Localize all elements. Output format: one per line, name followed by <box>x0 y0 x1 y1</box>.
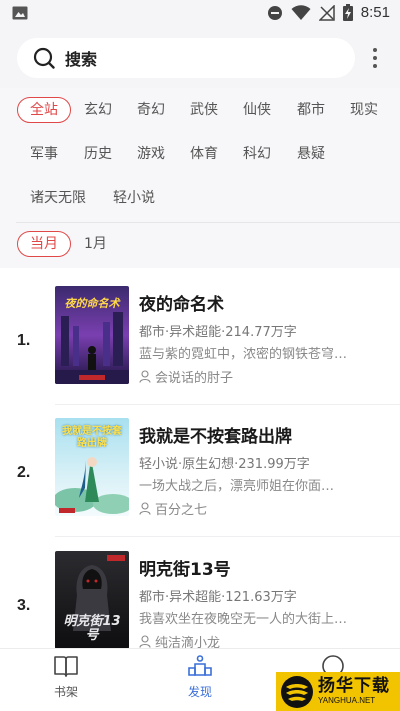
book-item[interactable]: 3. 明克街13号 明克街13号 都市·异术超能·121.63万字 我喜欢坐在夜… <box>0 551 400 648</box>
row-divider <box>55 404 400 405</box>
book-description: 一场大战之后，漂亮师姐在你面… <box>139 479 335 494</box>
book-cover-title: 明克街13号 <box>63 614 121 643</box>
author-icon <box>139 370 151 383</box>
nav-label: 书架 <box>53 685 78 699</box>
chip-category-all[interactable]: 全站 <box>17 97 71 123</box>
book-cover[interactable]: 夜的命名术 <box>55 286 129 384</box>
chip-category[interactable]: 悬疑 <box>297 141 325 167</box>
author-icon <box>139 635 151 648</box>
chip-category[interactable]: 玄幻 <box>84 97 112 123</box>
chip-category[interactable]: 历史 <box>84 141 112 167</box>
gallery-notification-icon <box>12 6 28 20</box>
book-author: 百分之七 <box>139 499 207 518</box>
chip-category[interactable]: 现实 <box>350 97 378 123</box>
status-time: 8:51 <box>360 4 390 21</box>
book-author-name: 百分之七 <box>155 503 208 518</box>
watermark-text: 扬华下载 <box>318 676 390 696</box>
chip-category[interactable]: 游戏 <box>137 141 165 167</box>
book-cover[interactable]: 我就是不按套路出牌 <box>55 418 129 516</box>
chip-category[interactable]: 科幻 <box>243 141 271 167</box>
book-author: 纯洁滴小龙 <box>139 632 220 648</box>
row-divider <box>55 536 400 537</box>
nav-item-discover[interactable]: 发现 <box>170 655 230 700</box>
book-meta: 轻小说·原生幻想·231.99万字 <box>139 457 310 472</box>
book-icon <box>54 656 78 677</box>
book-author-name: 纯洁滴小龙 <box>155 636 221 648</box>
chip-category[interactable]: 体育 <box>190 141 218 167</box>
filter-divider <box>16 222 400 223</box>
chip-category[interactable]: 奇幻 <box>137 97 165 123</box>
do-not-disturb-icon <box>267 5 282 20</box>
book-item[interactable]: 2. 我就是不按套路出牌 我就是不按套路出牌 轻小说·原生幻想·231.99万字… <box>0 418 400 550</box>
chip-category[interactable]: 轻小说 <box>113 185 155 211</box>
search-bar[interactable]: 搜索 <box>17 38 355 78</box>
book-meta: 都市·异术超能·121.63万字 <box>139 590 297 605</box>
chip-category[interactable]: 诸天无限 <box>30 185 86 211</box>
book-meta: 都市·异术超能·214.77万字 <box>139 325 297 340</box>
watermark: 扬华下载 YANGHUA.NET <box>276 672 400 711</box>
chip-category[interactable]: 仙侠 <box>243 97 271 123</box>
book-cover[interactable]: 明克街13号 <box>55 551 129 648</box>
watermark-logo <box>281 675 313 708</box>
filter-panel: 全站 玄幻 奇幻 武侠 仙侠 都市 现实 军事 历史 游戏 体育 科幻 悬疑 诸… <box>0 88 400 268</box>
watermark-url: YANGHUA.NET <box>318 696 376 705</box>
author-icon <box>139 502 151 515</box>
chip-category[interactable]: 军事 <box>30 141 58 167</box>
book-rank: 1. <box>17 332 31 349</box>
battery-charging-icon <box>342 4 353 21</box>
book-title: 明克街13号 <box>139 560 231 580</box>
nav-label: 发现 <box>187 685 212 699</box>
chip-period[interactable]: 1月 <box>84 231 107 257</box>
chip-period-current-month[interactable]: 当月 <box>17 231 71 257</box>
search-icon <box>33 47 55 69</box>
no-signal-icon <box>318 4 335 21</box>
book-author-name: 会说话的肘子 <box>155 371 234 386</box>
nav-item-bookshelf[interactable]: 书架 <box>36 655 96 700</box>
book-list: 1. 夜的命名术 夜的命名术 都市·异术超能·214.77万字 蓝与紫的霓虹中，… <box>0 268 400 648</box>
search-label: 搜索 <box>65 50 98 69</box>
book-item[interactable]: 1. 夜的命名术 夜的命名术 都市·异术超能·214.77万字 蓝与紫的霓虹中，… <box>0 286 400 418</box>
header: 搜索 <box>0 28 400 88</box>
status-bar: 8:51 <box>0 0 400 28</box>
book-rank: 3. <box>17 597 31 614</box>
book-title: 我就是不按套路出牌 <box>139 427 292 447</box>
more-options-icon[interactable] <box>368 46 382 70</box>
book-title: 夜的命名术 <box>139 295 224 315</box>
book-description: 蓝与紫的霓虹中，浓密的钢铁苍穹… <box>139 347 348 362</box>
book-rank: 2. <box>17 464 31 481</box>
book-cover-title: 我就是不按套路出牌 <box>62 426 122 449</box>
chip-category[interactable]: 武侠 <box>190 97 218 123</box>
chip-category[interactable]: 都市 <box>297 97 325 123</box>
book-author: 会说话的肘子 <box>139 367 233 386</box>
book-cover-title: 夜的命名术 <box>64 297 120 310</box>
book-description: 我喜欢坐在夜晚空无一人的大街上… <box>139 612 348 627</box>
discover-icon <box>188 655 212 676</box>
wifi-icon <box>291 4 311 20</box>
